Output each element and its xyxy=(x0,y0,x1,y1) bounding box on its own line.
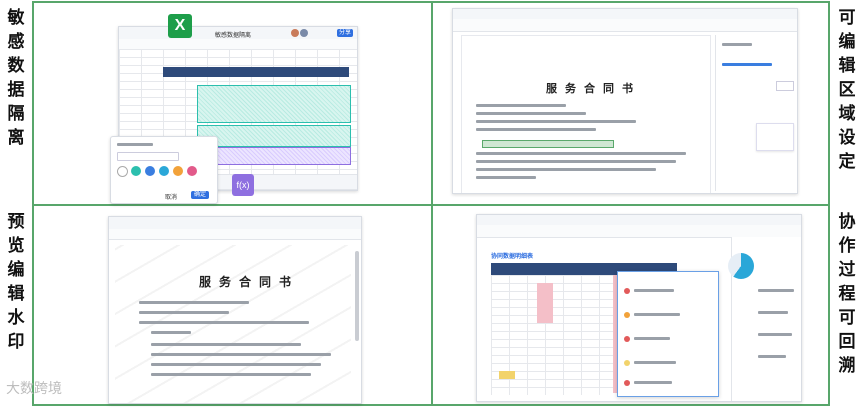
text-line xyxy=(476,176,536,179)
label-collaboration-traceable: 协作过程可回溯 xyxy=(838,212,856,376)
vertical-scrollbar[interactable] xyxy=(355,251,359,341)
document-title: 服务合同书 xyxy=(199,275,300,289)
dialog-cancel-button[interactable]: 取消 xyxy=(165,192,177,201)
history-avatar xyxy=(624,360,630,366)
text-line xyxy=(151,373,311,376)
sensitive-region-teal-2 xyxy=(197,125,351,147)
text-line xyxy=(151,353,331,356)
label-sensitive-data-isolation: 敏感数据隔离 xyxy=(7,8,25,148)
document-window-watermark: 服务合同书 xyxy=(108,216,362,404)
history-entry xyxy=(634,289,674,292)
text-line xyxy=(476,104,566,107)
quadrant-divider-horizontal xyxy=(32,204,830,206)
dialog-ok-button[interactable]: 确定 xyxy=(191,191,209,199)
side-panel-dropdown[interactable] xyxy=(756,123,794,151)
document-window-editable: 服务合同书 xyxy=(452,8,798,194)
table-caption: 协同数据明细表 xyxy=(491,254,534,260)
text-line xyxy=(476,112,586,115)
document-format-bar xyxy=(109,229,361,240)
chart-donut xyxy=(728,253,754,279)
history-entry xyxy=(634,361,676,364)
document-title: 服务合同书 xyxy=(546,82,641,95)
dialog-select[interactable] xyxy=(117,152,179,161)
text-line xyxy=(476,120,636,123)
history-entry xyxy=(634,337,670,340)
side-panel-title xyxy=(722,43,752,46)
text-line xyxy=(151,343,301,346)
sensitive-region-purple xyxy=(197,147,351,165)
document-page: 服务合同书 xyxy=(461,35,711,193)
avatar xyxy=(300,29,308,37)
sheet-title: 敏感数据隔离 xyxy=(215,33,252,39)
text-line xyxy=(476,160,676,163)
color-option-gray[interactable] xyxy=(117,166,128,177)
text-line xyxy=(151,363,321,366)
text-line xyxy=(139,311,229,314)
comment-line xyxy=(758,355,786,358)
history-avatar xyxy=(624,336,630,342)
comments-side-panel xyxy=(728,237,801,401)
text-line xyxy=(476,128,596,131)
side-panel-input[interactable] xyxy=(776,81,794,91)
text-line xyxy=(476,152,686,155)
color-option-blue[interactable] xyxy=(145,166,155,176)
settings-side-panel xyxy=(715,35,796,191)
history-popup xyxy=(617,271,719,397)
avatar xyxy=(291,29,299,37)
brand-logo-text: 大数跨境 xyxy=(6,381,62,397)
color-option-teal[interactable] xyxy=(131,166,141,176)
text-line xyxy=(139,321,309,324)
share-button[interactable]: 分享 xyxy=(337,29,353,37)
history-avatar xyxy=(624,288,630,294)
color-option-pink[interactable] xyxy=(187,166,197,176)
brand-logo: 大数跨境 xyxy=(6,378,62,398)
changed-cells-column xyxy=(537,283,553,323)
text-line xyxy=(476,168,656,171)
color-option-cyan[interactable] xyxy=(159,166,169,176)
side-panel-line xyxy=(722,63,772,66)
label-editable-region-setting: 可编辑区域设定 xyxy=(838,8,856,172)
label-preview-edit-watermark: 预览编辑水印 xyxy=(7,212,25,352)
comment-line xyxy=(758,333,792,336)
spreadsheet-window-history: 协同数据明细表 xyxy=(476,214,802,402)
editable-region-highlight xyxy=(482,140,614,148)
isolation-settings-dialog: 取消 确定 xyxy=(110,136,218,204)
sensitive-region-teal xyxy=(197,85,351,123)
sheet-header-band xyxy=(163,67,349,77)
excel-icon: X xyxy=(168,14,192,38)
dialog-title-line xyxy=(117,143,153,146)
comment-line xyxy=(758,311,788,314)
text-line xyxy=(139,301,249,304)
document-toolbar xyxy=(453,19,797,32)
history-avatar xyxy=(624,312,630,318)
selected-cell[interactable] xyxy=(499,371,515,379)
formula-badge: f(x) xyxy=(232,174,254,196)
history-entry xyxy=(634,381,672,384)
text-line xyxy=(151,331,191,334)
comment-line xyxy=(758,289,794,292)
color-option-orange[interactable] xyxy=(173,166,183,176)
document-page: 服务合同书 xyxy=(115,245,351,403)
history-entry xyxy=(634,313,680,316)
history-avatar xyxy=(624,380,630,386)
